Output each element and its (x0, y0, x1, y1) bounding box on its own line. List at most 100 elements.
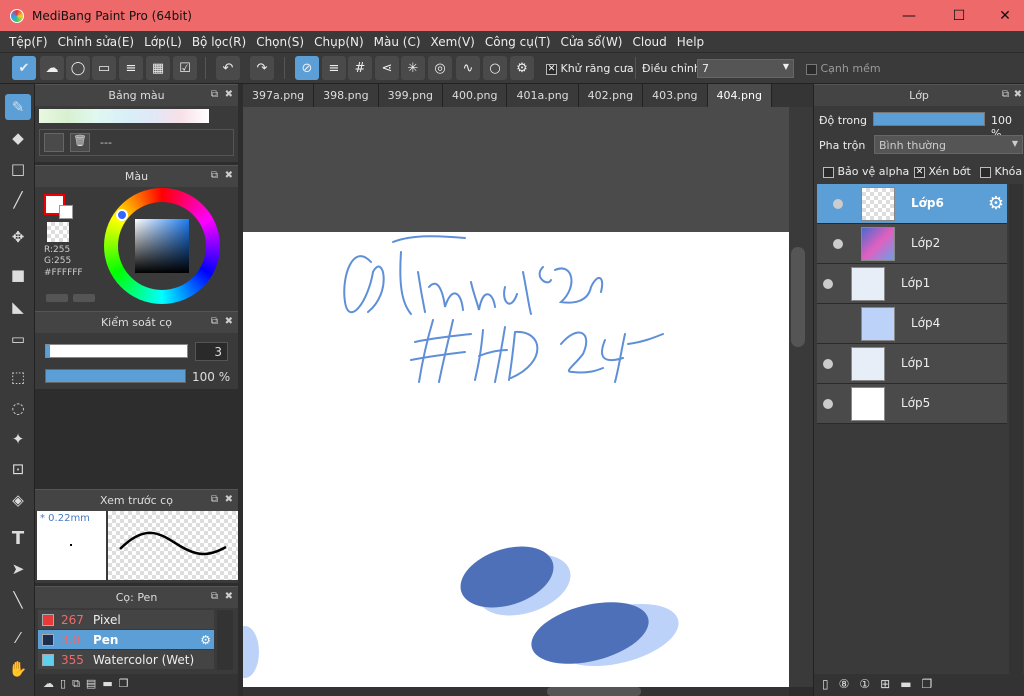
snap-perspective-icon[interactable]: ⋖ (375, 56, 399, 80)
menu-cloud[interactable]: Cloud (628, 35, 672, 49)
tab-397a[interactable]: 397a.png (243, 84, 315, 107)
new-layer-icon[interactable]: ▯ (822, 677, 829, 693)
menu-select[interactable]: Chọn(S) (251, 35, 309, 49)
visibility-icon[interactable] (823, 279, 833, 289)
protect-alpha-checkbox[interactable] (823, 166, 834, 178)
snap-ellipse-icon[interactable]: ○ (483, 56, 507, 80)
divide-tool-icon[interactable]: ╲ (5, 587, 31, 613)
layer-row-lop6[interactable]: Lớp6 ⚙ (817, 184, 1007, 224)
rectangle-tool-icon[interactable]: □ (5, 156, 31, 182)
visibility-icon[interactable] (823, 399, 833, 409)
correction-select[interactable]: 7 ▼ (697, 59, 794, 78)
layer-row-lop1[interactable]: Lớp1 (817, 264, 1007, 304)
add-brush-menu-icon[interactable]: ⧉ (72, 677, 80, 693)
delete-palette-icon[interactable]: 🗑 (70, 133, 90, 152)
text-tool-icon[interactable]: T (5, 525, 31, 551)
visibility-icon[interactable] (833, 319, 843, 329)
gear-icon[interactable]: ⚙ (200, 633, 211, 647)
popout-icon[interactable]: ⧉ (211, 316, 218, 327)
add-brush-icon[interactable]: ▯ (60, 677, 66, 693)
canvas-page[interactable] (243, 232, 789, 687)
menu-edit[interactable]: Chỉnh sửa(E) (53, 35, 140, 49)
visibility-icon[interactable] (823, 359, 833, 369)
tab-402[interactable]: 402.png (578, 84, 644, 107)
operation-tool-icon[interactable]: ➤ (5, 556, 31, 582)
popout-icon[interactable]: ⧉ (211, 591, 218, 602)
horizontal-scroll-thumb[interactable] (547, 687, 641, 696)
tab-401a[interactable]: 401a.png (507, 84, 579, 107)
layer-row-lop4[interactable]: Lớp4 (817, 304, 1007, 344)
lasso-icon[interactable]: ◌ (5, 395, 31, 421)
tab-399[interactable]: 399.png (378, 84, 444, 107)
clipping-option[interactable]: ✕ Xén bớt (914, 165, 971, 178)
layer-row-lop5[interactable]: Lớp5 (817, 384, 1007, 424)
layer-row-lop1-b[interactable]: Lớp1 (817, 344, 1007, 384)
panel-layout-icon[interactable]: ▦ (146, 56, 170, 80)
page-icon[interactable]: ≡ (119, 56, 143, 80)
select-rect-icon[interactable]: ⬚ (5, 364, 31, 390)
brush-item-watercolor[interactable]: 355 Watercolor (Wet) (38, 650, 214, 669)
canvas-vertical-scrollbar[interactable] (789, 107, 813, 687)
antialias-option[interactable]: ✕ Khử răng cưa (546, 62, 634, 75)
menu-view[interactable]: Xem(V) (426, 35, 480, 49)
cloud-save-icon[interactable]: ✔ (12, 56, 36, 80)
color-mode-button[interactable] (46, 294, 68, 302)
hue-handle[interactable] (116, 209, 128, 221)
menu-snap[interactable]: Chụp(N) (309, 35, 369, 49)
magic-wand-icon[interactable]: ✦ (5, 426, 31, 452)
snap-parallel-icon[interactable]: ≡ (322, 56, 346, 80)
gradient-icon[interactable]: ▭ (5, 326, 31, 352)
duplicate-layer-icon[interactable]: ❐ (922, 677, 933, 693)
menu-layer[interactable]: Lớp(L) (139, 35, 187, 49)
menu-help[interactable]: Help (672, 35, 709, 49)
color-picker-button[interactable] (73, 294, 95, 302)
layers-scrollbar[interactable] (1009, 184, 1023, 674)
menu-tools[interactable]: Công cụ(T) (480, 35, 556, 49)
protect-alpha-option[interactable]: Bảo vệ alpha (823, 165, 909, 178)
menu-window[interactable]: Cửa sổ(W) (556, 35, 628, 49)
snap-off-icon[interactable]: ⊘ (295, 56, 319, 80)
speech-bubble-icon[interactable]: ◯ (66, 56, 90, 80)
layer-opacity-slider[interactable] (873, 112, 985, 126)
brush-tool-icon[interactable]: ✎ (5, 94, 31, 120)
soft-edge-option[interactable]: Cạnh mềm (806, 62, 881, 75)
tab-403[interactable]: 403.png (643, 84, 708, 107)
close-icon[interactable]: ✖ (225, 89, 233, 100)
tab-398[interactable]: 398.png (314, 84, 379, 107)
hand-tool-icon[interactable]: ✋ (5, 656, 31, 682)
lock-checkbox[interactable] (980, 166, 991, 178)
minimize-button[interactable]: — (886, 0, 932, 31)
menu-file[interactable]: Tệp(F) (4, 35, 53, 49)
saturation-square[interactable] (135, 219, 189, 273)
popout-icon[interactable]: ⧉ (211, 170, 218, 181)
clipping-checkbox[interactable]: ✕ (914, 166, 925, 178)
checklist-icon[interactable]: ☑ (173, 56, 197, 80)
bucket-icon[interactable]: ◣ (5, 294, 31, 320)
visibility-icon[interactable] (833, 239, 843, 249)
popout-icon[interactable]: ⧉ (211, 89, 218, 100)
brush-item-pixel[interactable]: 267 Pixel (38, 610, 214, 629)
soft-edge-checkbox[interactable] (806, 63, 817, 75)
visibility-icon[interactable] (833, 199, 843, 209)
gear-icon[interactable]: ⚙ (988, 193, 1004, 214)
snap-concentric-icon[interactable]: ◎ (428, 56, 452, 80)
new-palette-icon[interactable] (44, 133, 64, 152)
menu-color[interactable]: Màu (C) (369, 35, 426, 49)
layer-row-lop2[interactable]: Lớp2 (817, 224, 1007, 264)
balloon-icon[interactable]: ☁ (40, 56, 64, 80)
snap-curve-icon[interactable]: ∿ (456, 56, 480, 80)
snap-grid-icon[interactable]: # (348, 56, 372, 80)
new-1bit-layer-icon[interactable]: ① (859, 677, 870, 693)
snap-settings-icon[interactable]: ⚙ (510, 56, 534, 80)
hue-wheel[interactable] (104, 188, 220, 304)
folder-icon[interactable]: ▬ (900, 677, 911, 693)
antialias-checkbox[interactable]: ✕ (546, 63, 557, 75)
secondary-color-swatch[interactable] (59, 205, 73, 219)
dot-brush-icon[interactable]: ╱ (5, 187, 31, 213)
maximize-button[interactable]: ☐ (936, 0, 982, 31)
eraser-tool-icon[interactable]: ◆ (5, 125, 31, 151)
popout-icon[interactable]: ⧉ (211, 494, 218, 505)
brush-size-value[interactable]: 3 (195, 342, 228, 361)
close-icon[interactable]: ✖ (225, 170, 233, 181)
close-button[interactable]: ✕ (982, 0, 1024, 31)
